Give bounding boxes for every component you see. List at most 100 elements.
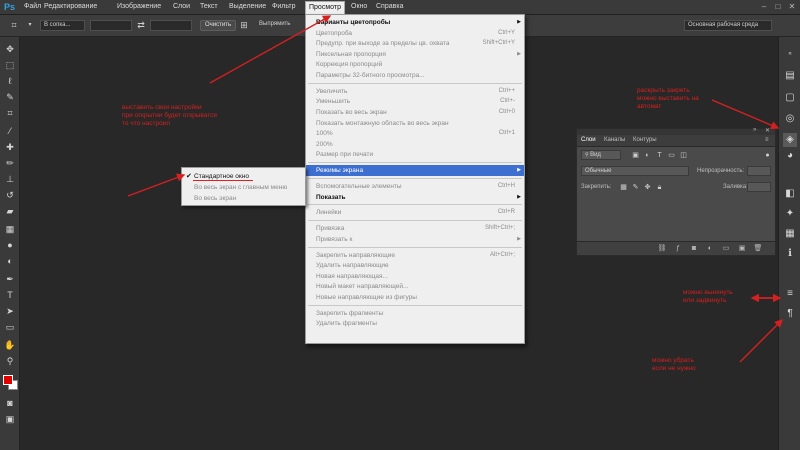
healing-icon[interactable]: ✚ (4, 141, 16, 153)
tab-channels[interactable]: Каналы (604, 137, 625, 143)
view-menu-item[interactable]: Показать монтажную область во весь экран (306, 118, 524, 129)
menu-file[interactable]: Файл (24, 3, 41, 10)
brush-preset-icon[interactable]: ▢ (783, 91, 797, 105)
zoom-icon[interactable]: ⚲ (4, 355, 16, 367)
width-field[interactable] (90, 20, 132, 31)
clear-button[interactable]: Очистить (200, 20, 237, 31)
view-menu-item[interactable]: Размер при печати (306, 149, 524, 160)
swatches-icon[interactable]: ▦ (783, 227, 797, 241)
lasso-icon[interactable]: ℓ (4, 75, 16, 87)
view-menu-item[interactable]: 100% Ctrl+1 (306, 128, 524, 139)
type-filter-icon[interactable]: T (655, 151, 664, 160)
submenu-full-screen-with-menu[interactable]: Во весь экран с главным меню (182, 182, 305, 193)
fill-field[interactable] (747, 182, 771, 192)
swap-icon[interactable]: ⇄ (135, 19, 147, 31)
crop-tool-icon[interactable]: ⌗ (8, 19, 20, 31)
eraser-icon[interactable]: ▰ (4, 205, 16, 217)
view-menu-item[interactable]: Показать ▶ (306, 192, 524, 203)
history-icon[interactable]: ▤ (783, 69, 797, 83)
workspace-select[interactable]: Основная рабочая среда (684, 20, 772, 31)
view-menu-item[interactable]: Варианты цветопробы ▶ (306, 17, 524, 28)
add-mask-icon[interactable]: ◙ (689, 244, 699, 254)
view-menu-item[interactable]: Показать во весь экран Ctrl+0 (306, 107, 524, 118)
straighten-button[interactable]: Выпрямить (256, 20, 298, 31)
menu-window[interactable]: Окно (351, 3, 367, 10)
view-menu-item[interactable]: Новые направляющие из фигуры (306, 292, 524, 303)
brush-icon[interactable]: ✏ (4, 157, 16, 169)
stamp-icon[interactable]: ⊥ (4, 173, 16, 185)
eyedropper-icon[interactable]: ⁄ (4, 125, 16, 137)
shape-icon[interactable]: ▭ (4, 321, 16, 333)
blur-icon[interactable]: ● (4, 239, 16, 251)
link-layers-icon[interactable]: ⛓ (657, 244, 667, 254)
new-layer-icon[interactable]: ▣ (737, 244, 747, 254)
view-menu-item[interactable]: Закрепить направляющие Alt+Ctrl+; (306, 250, 524, 261)
view-menu-item[interactable]: Линейки Ctrl+R (306, 207, 524, 218)
kind-filter-select[interactable]: ⚲ Вид (581, 150, 621, 160)
move-icon[interactable]: ✥ (4, 43, 16, 55)
quick-select-icon[interactable]: ✎ (4, 91, 16, 103)
view-menu-item[interactable]: Удалить фрагменты (306, 318, 524, 329)
view-menu-item[interactable]: 200% (306, 139, 524, 150)
menu-image[interactable]: Изображение (117, 3, 161, 10)
height-field[interactable] (150, 20, 192, 31)
filter-toggle-icon[interactable]: ● (763, 151, 772, 160)
lock-position-icon[interactable]: ✥ (643, 183, 652, 192)
lock-paint-icon[interactable]: ✎ (631, 183, 640, 192)
view-menu-item[interactable]: Удалить направляющие (306, 260, 524, 271)
menu-filter[interactable]: Фильтр (272, 3, 296, 10)
submenu-full-screen[interactable]: Во весь экран (182, 193, 305, 204)
screen-mode-icon[interactable]: ▣ (4, 413, 16, 425)
view-menu-item[interactable]: Привязка Shift+Ctrl+; (306, 223, 524, 234)
menu-type[interactable]: Текст (200, 3, 218, 10)
straighten-icon[interactable]: ⊞ (238, 19, 250, 31)
lock-pixels-icon[interactable]: ▦ (619, 183, 628, 192)
menu-help[interactable]: Справка (376, 3, 403, 10)
properties-icon[interactable]: ≡ (783, 287, 797, 301)
lock-all-icon[interactable]: 🔒︎ (655, 183, 664, 192)
blend-mode-select[interactable]: Обычные (581, 166, 689, 176)
view-menu-item[interactable]: Закрепить фрагменты (306, 308, 524, 319)
crop-icon[interactable]: ⌗ (4, 107, 16, 119)
type-icon[interactable]: T (4, 289, 16, 301)
dodge-icon[interactable]: ◐ (4, 255, 16, 267)
new-adjustment-icon[interactable]: ◐ (705, 244, 715, 254)
pen-icon[interactable]: ✒ (4, 273, 16, 285)
chevron-down-icon[interactable]: ▾ (24, 19, 36, 31)
close-panel-icon[interactable]: ✕ (765, 127, 770, 134)
menu-layers[interactable]: Слои (173, 3, 190, 10)
quick-mask-icon[interactable]: ◙ (4, 397, 16, 409)
view-menu-item[interactable]: Уменьшить Ctrl+- (306, 96, 524, 107)
crop-ratio-select[interactable]: В сопка... (40, 20, 85, 31)
menu-edit[interactable]: Редактирование (44, 3, 97, 10)
view-menu-item[interactable]: Новый макет направляющей... (306, 281, 524, 292)
tab-paths[interactable]: Контуры (633, 137, 657, 143)
menu-view[interactable]: Просмотр (305, 1, 345, 14)
maximize-icon[interactable]: □ (774, 2, 782, 11)
hand-icon[interactable]: ✋ (4, 339, 16, 351)
menu-select[interactable]: Выделение (229, 3, 266, 10)
collapse-panel-icon[interactable]: » (753, 127, 756, 133)
new-group-icon[interactable]: ▭ (721, 244, 731, 254)
shape-filter-icon[interactable]: ▭ (667, 151, 676, 160)
layers-icon[interactable]: ◈ (783, 133, 797, 147)
history-brush-icon[interactable]: ↺ (4, 189, 16, 201)
info-icon[interactable]: ℹ (783, 247, 797, 261)
path-select-icon[interactable]: ➤ (4, 305, 16, 317)
marquee-icon[interactable]: ⬚ (4, 59, 16, 71)
view-menu-item[interactable]: Режимы экрана ▶ (306, 165, 524, 177)
panel-menu-icon[interactable]: ≡ (765, 137, 769, 143)
view-menu-item[interactable]: Привязать к ▶ (306, 234, 524, 245)
view-menu-item[interactable]: Новая направляющая... (306, 271, 524, 282)
fx-icon[interactable]: ƒ (673, 244, 683, 254)
view-menu-item[interactable]: Цветопроба Ctrl+Y (306, 28, 524, 39)
view-menu-item[interactable]: Параметры 32-битного просмотра... (306, 70, 524, 81)
foreground-color-swatch[interactable] (3, 375, 13, 385)
smart-object-filter-icon[interactable]: ◫ (679, 151, 688, 160)
navigator-icon[interactable]: ◎ (783, 112, 797, 126)
gradient-icon[interactable]: ▦ (4, 223, 16, 235)
adjustments-icon[interactable]: ◧ (783, 187, 797, 201)
pixel-filter-icon[interactable]: ▣ (631, 151, 640, 160)
styles-icon[interactable]: ✦ (783, 207, 797, 221)
view-menu-item[interactable]: Коррекция пропорций (306, 59, 524, 70)
